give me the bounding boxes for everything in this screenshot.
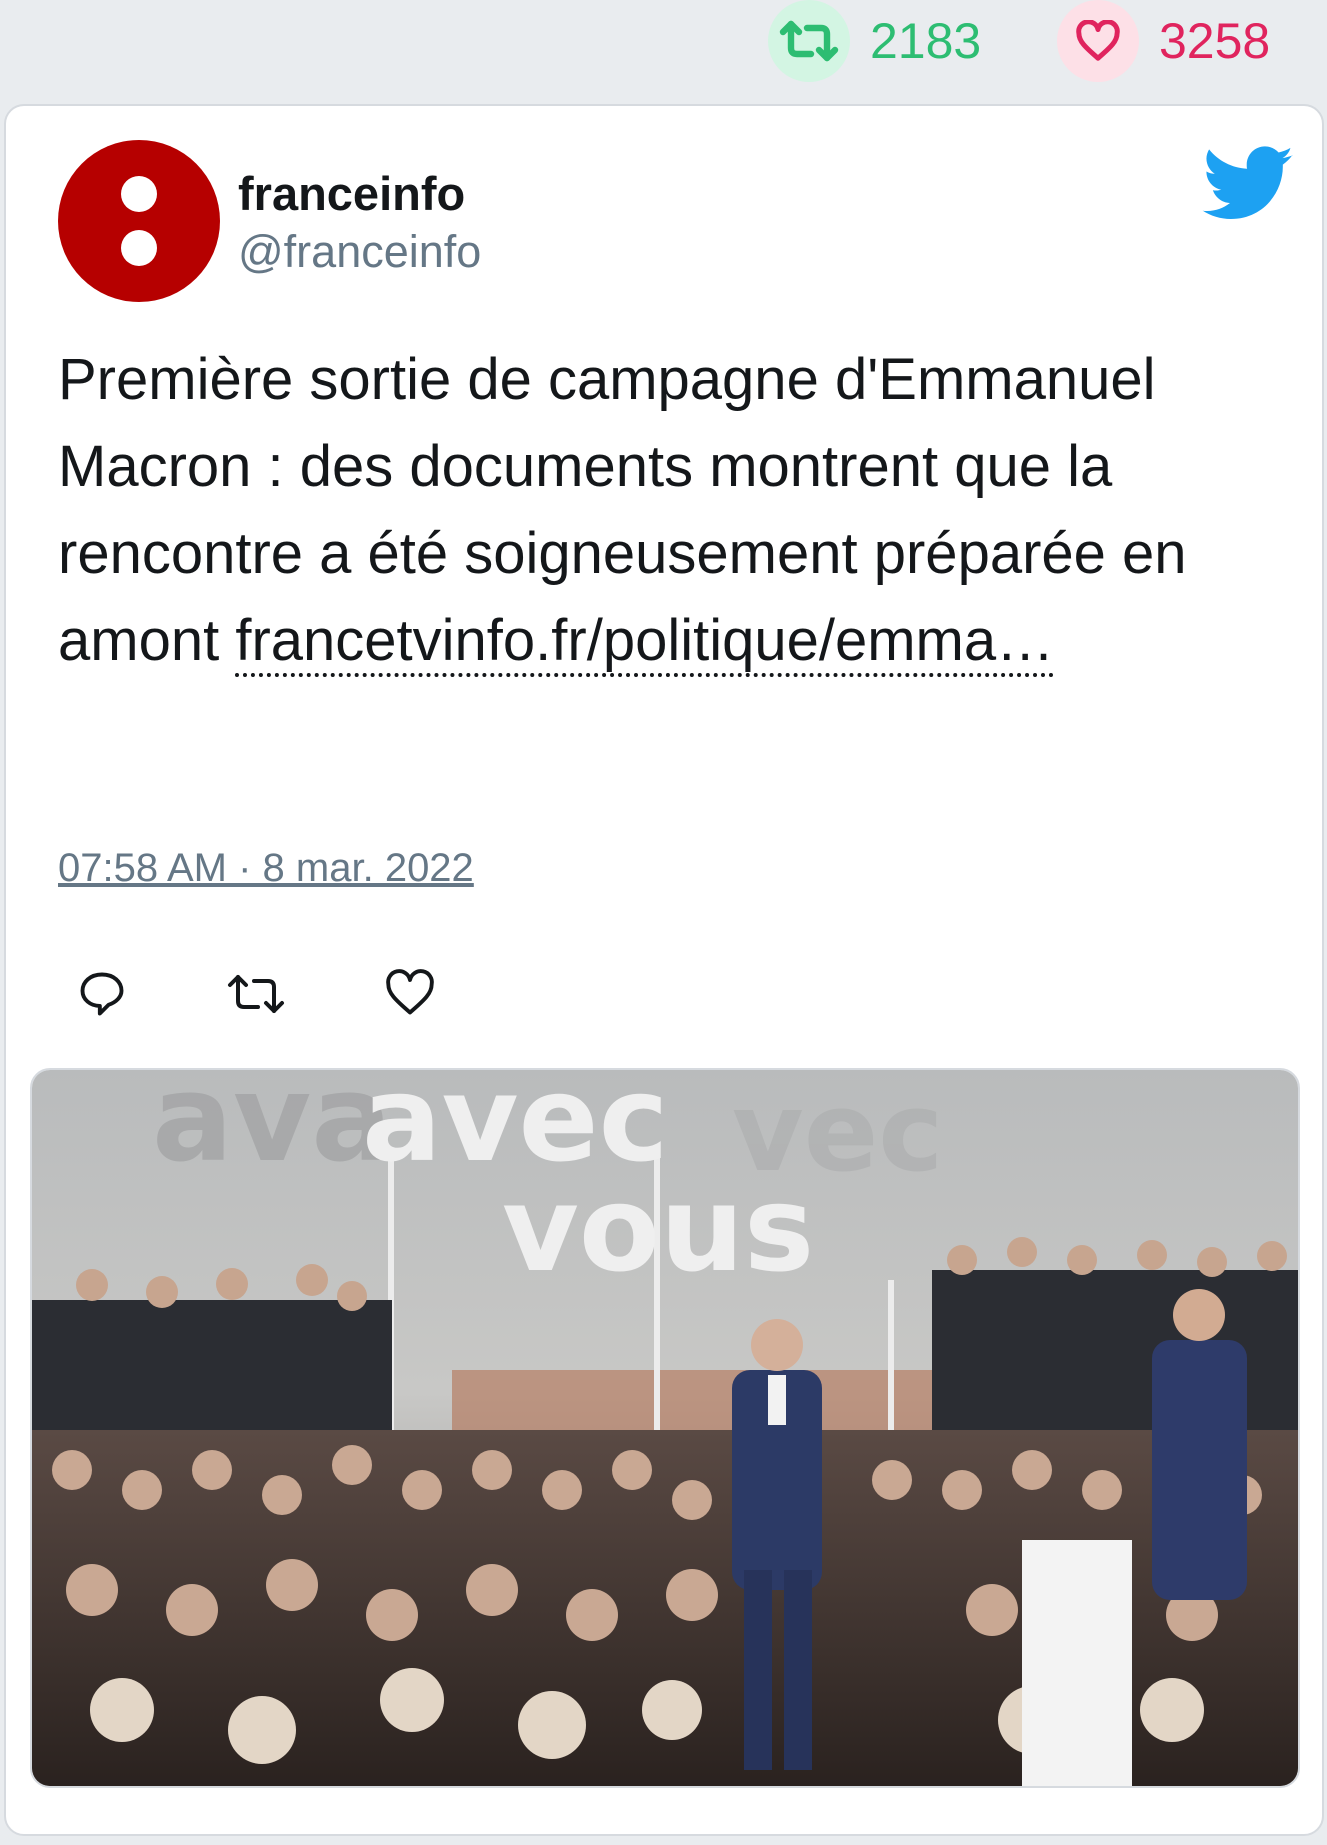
tweet-link[interactable]: francetvinfo.fr/politique/emma… — [235, 608, 1055, 677]
event-photo: ava vec avec vous — [32, 1070, 1298, 1786]
franceinfo-logo-dot — [121, 230, 157, 266]
retweet-icon[interactable] — [226, 968, 286, 1025]
author-handle[interactable]: @franceinfo — [238, 226, 481, 278]
retweet-count[interactable]: 2183 — [768, 0, 982, 82]
heart-icon — [1057, 0, 1139, 82]
franceinfo-logo-dot — [121, 176, 157, 212]
reply-icon[interactable] — [76, 968, 128, 1025]
tweet-timestamp[interactable]: 07:58 AM · 8 mar. 2022 — [58, 846, 474, 891]
svg-text:ava: ava — [152, 1070, 392, 1189]
author-name[interactable]: franceinfo — [238, 166, 465, 221]
twitter-bird-icon[interactable] — [1202, 146, 1296, 227]
tweet-card: franceinfo @franceinfo Première sortie d… — [4, 104, 1324, 1836]
tweet-stats-bar: 2183 3258 — [0, 0, 1327, 96]
retweet-count-value: 2183 — [870, 13, 982, 69]
like-icon[interactable] — [384, 968, 436, 1023]
sign-text-vous: vous — [502, 1160, 814, 1298]
like-count-value: 3258 — [1159, 13, 1271, 69]
retweet-icon — [768, 0, 850, 82]
tweet-actions — [76, 968, 476, 1028]
tweet-photo[interactable]: ava vec avec vous — [30, 1068, 1300, 1788]
like-count[interactable]: 3258 — [1057, 0, 1271, 82]
tweet-text: Première sortie de campagne d'Emmanuel M… — [58, 336, 1258, 684]
avatar[interactable] — [58, 140, 220, 302]
